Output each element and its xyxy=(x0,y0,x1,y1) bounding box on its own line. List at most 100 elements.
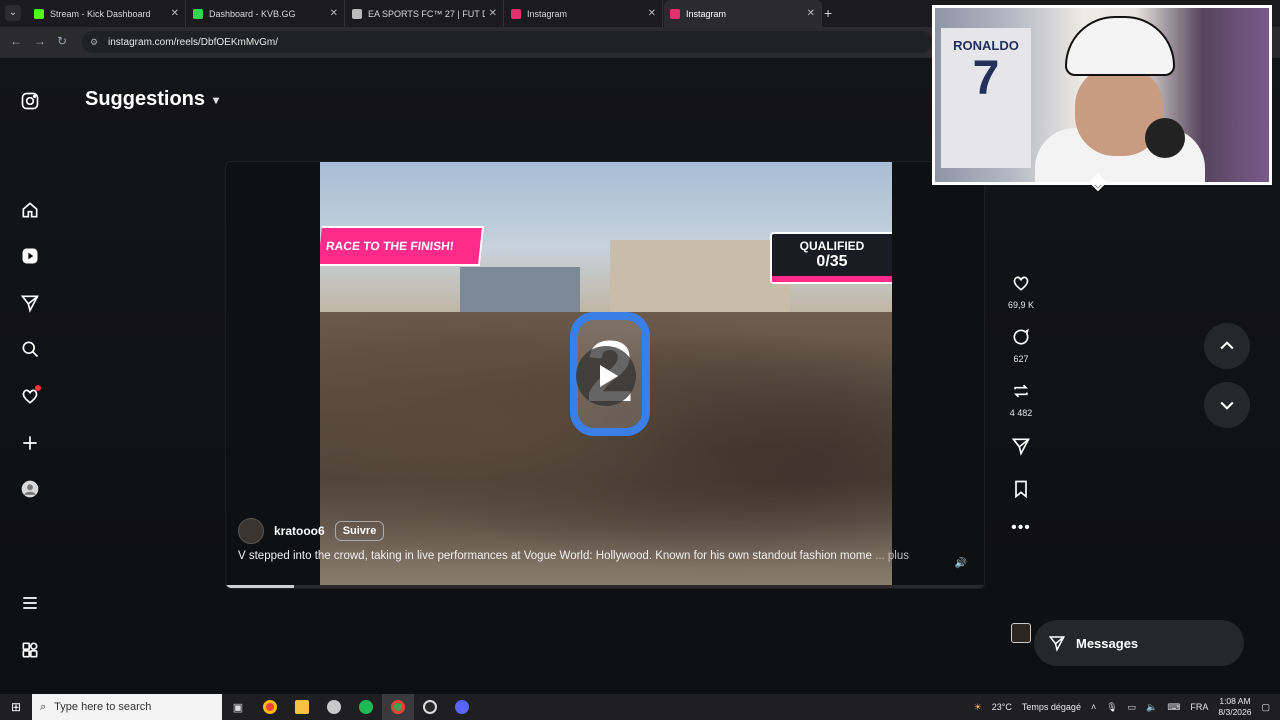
share-action[interactable] xyxy=(1000,436,1042,461)
clock-date: 8/3/2026 xyxy=(1218,707,1252,717)
back-icon[interactable]: ← xyxy=(10,34,22,48)
repost-icon[interactable] xyxy=(1011,381,1031,401)
also-from-meta-icon[interactable] xyxy=(18,638,42,662)
messages-button[interactable]: Messages xyxy=(1034,620,1244,666)
notifications-heart-icon[interactable] xyxy=(18,384,42,408)
close-icon[interactable]: ✕ xyxy=(648,8,656,19)
repost-count: 4 482 xyxy=(1009,408,1033,418)
system-tray: ☀ 23°C Temps dégagé ˄ 🎙 ▭ 🔈 ⌨ FRA 1:08 A… xyxy=(974,694,1280,720)
tab-instagram-active[interactable]: Instagram ✕ xyxy=(664,0,822,27)
clock[interactable]: 1:08 AM 8/3/2026 xyxy=(1218,696,1251,718)
qualified-bar xyxy=(772,276,892,282)
previous-reel-button[interactable] xyxy=(1204,323,1250,369)
tab-title: Instagram xyxy=(527,8,568,19)
kvb-favicon-icon xyxy=(193,8,203,19)
repost-action[interactable]: 4 482 xyxy=(1000,381,1042,418)
audio-thumbnail[interactable] xyxy=(1011,623,1031,643)
chrome-icon[interactable] xyxy=(254,694,286,720)
menu-hamburger-icon[interactable] xyxy=(18,591,42,615)
tab-kick-dashboard[interactable]: Stream - Kick Dashboard ✕ xyxy=(28,0,186,27)
jersey: RONALDO 7 xyxy=(941,28,1031,168)
taskbar-search[interactable]: ⌕ Type here to search xyxy=(32,694,222,720)
weather-icon: ☀ xyxy=(973,701,982,712)
weather-desc[interactable]: Temps dégagé xyxy=(1022,702,1081,712)
more-options-icon[interactable]: ••• xyxy=(1000,519,1042,537)
bookmark-icon[interactable] xyxy=(1011,479,1031,499)
create-plus-icon[interactable] xyxy=(18,431,42,455)
new-tab-button[interactable]: + xyxy=(824,5,832,21)
comment-action[interactable]: 627 xyxy=(1000,327,1042,364)
reel-progress-fill xyxy=(226,585,295,588)
comment-count: 627 xyxy=(1013,354,1029,364)
reel-progress-bar[interactable] xyxy=(226,585,984,588)
save-action[interactable] xyxy=(1000,479,1042,504)
reel-player[interactable]: RACE TO THE FINISH! QUALIFIED 0/35 2 kra… xyxy=(225,161,985,589)
file-explorer-icon[interactable] xyxy=(286,694,318,720)
close-icon[interactable]: ✕ xyxy=(807,8,815,19)
taskbar-search-placeholder: Type here to search xyxy=(54,701,152,713)
forward-icon[interactable]: → xyxy=(34,34,46,48)
home-icon[interactable] xyxy=(18,198,42,222)
messages-send-icon xyxy=(1048,636,1065,652)
notification-dot xyxy=(35,385,41,391)
keyboard-icon[interactable]: ⌨ xyxy=(1167,702,1180,713)
chevron-up-icon xyxy=(1220,341,1234,350)
suggestions-dropdown[interactable]: Suggestions ▾ xyxy=(85,88,219,111)
chrome-active-icon[interactable] xyxy=(382,694,414,720)
page-title: Suggestions xyxy=(85,88,206,110)
owner-username[interactable]: kratooo6 xyxy=(274,524,325,538)
profile-avatar-icon[interactable] xyxy=(18,477,42,501)
streamer-logo-icon: ◈ xyxy=(1089,168,1107,193)
mic-icon[interactable]: 🎙 xyxy=(1106,702,1117,713)
language-indicator[interactable]: FRA xyxy=(1190,702,1208,712)
obs-icon[interactable] xyxy=(414,694,446,720)
tab-kvb-dashboard[interactable]: Dashboard - KVB.GG ✕ xyxy=(187,0,345,27)
chevron-up-icon[interactable]: ˄ xyxy=(1091,702,1096,712)
spotify-icon[interactable] xyxy=(350,694,382,720)
close-icon[interactable]: ✕ xyxy=(489,8,497,19)
tab-title: Stream - Kick Dashboard xyxy=(50,8,151,19)
owner-avatar[interactable] xyxy=(238,518,264,544)
site-info-icon[interactable]: ⚙ xyxy=(90,37,102,48)
discord-icon[interactable] xyxy=(446,694,478,720)
close-icon[interactable]: ✕ xyxy=(171,8,179,19)
play-button[interactable] xyxy=(576,346,636,406)
volume-icon[interactable]: 🔊 xyxy=(953,558,969,574)
windows-start-icon[interactable]: ⊞ xyxy=(0,694,32,720)
next-reel-button[interactable] xyxy=(1204,382,1250,428)
notification-center-icon[interactable]: ▢ xyxy=(1261,702,1270,713)
reload-icon[interactable]: ↻ xyxy=(57,34,67,48)
instagram-favicon-icon xyxy=(511,8,521,19)
like-heart-icon[interactable] xyxy=(1011,273,1031,293)
tab-title: EA SPORTS FC™ 27 | FUT Deep xyxy=(368,8,485,19)
reel-owner: kratooo6 Suivre xyxy=(238,518,385,544)
tab-instagram[interactable]: Instagram ✕ xyxy=(505,0,663,27)
volume-icon[interactable]: 🔈 xyxy=(1146,702,1157,713)
snipping-tool-icon[interactable] xyxy=(318,694,350,720)
reel-caption: V stepped into the crowd, taking in live… xyxy=(238,550,928,562)
weather-temp[interactable]: 23°C xyxy=(992,702,1012,712)
network-icon[interactable]: ▭ xyxy=(1128,702,1137,713)
share-send-icon[interactable] xyxy=(1011,436,1031,456)
direct-share-icon[interactable] xyxy=(18,291,42,315)
chevron-down-icon: ▾ xyxy=(213,92,220,107)
tab-ea-sports[interactable]: EA SPORTS FC™ 27 | FUT Deep ✕ xyxy=(346,0,504,27)
reels-icon[interactable] xyxy=(18,244,42,268)
tab-title: Dashboard - KVB.GG xyxy=(209,8,296,19)
close-icon[interactable]: ✕ xyxy=(330,8,338,19)
follow-button[interactable]: Suivre xyxy=(334,521,385,541)
reel-video[interactable]: RACE TO THE FINISH! QUALIFIED 0/35 2 xyxy=(320,162,892,588)
comment-bubble-icon[interactable] xyxy=(1011,327,1031,347)
search-icon: ⌕ xyxy=(40,700,47,713)
like-action[interactable]: 69,9 K xyxy=(1000,273,1042,310)
caption-more-link[interactable]: ... plus xyxy=(875,550,909,562)
instagram-favicon-icon xyxy=(670,8,680,19)
tab-search-button[interactable]: ⌄ xyxy=(5,5,21,21)
address-bar[interactable]: ⚙ instagram.com/reels/DbfOEKmMvGm/ xyxy=(82,31,932,53)
qualified-count: 0/35 xyxy=(816,253,848,270)
search-icon[interactable] xyxy=(18,337,42,361)
task-view-icon[interactable]: ▣ xyxy=(222,694,254,720)
instagram-logo-icon[interactable] xyxy=(18,89,42,113)
webcam-overlay: RONALDO 7 xyxy=(932,5,1272,185)
chevron-down-icon xyxy=(1220,401,1234,410)
